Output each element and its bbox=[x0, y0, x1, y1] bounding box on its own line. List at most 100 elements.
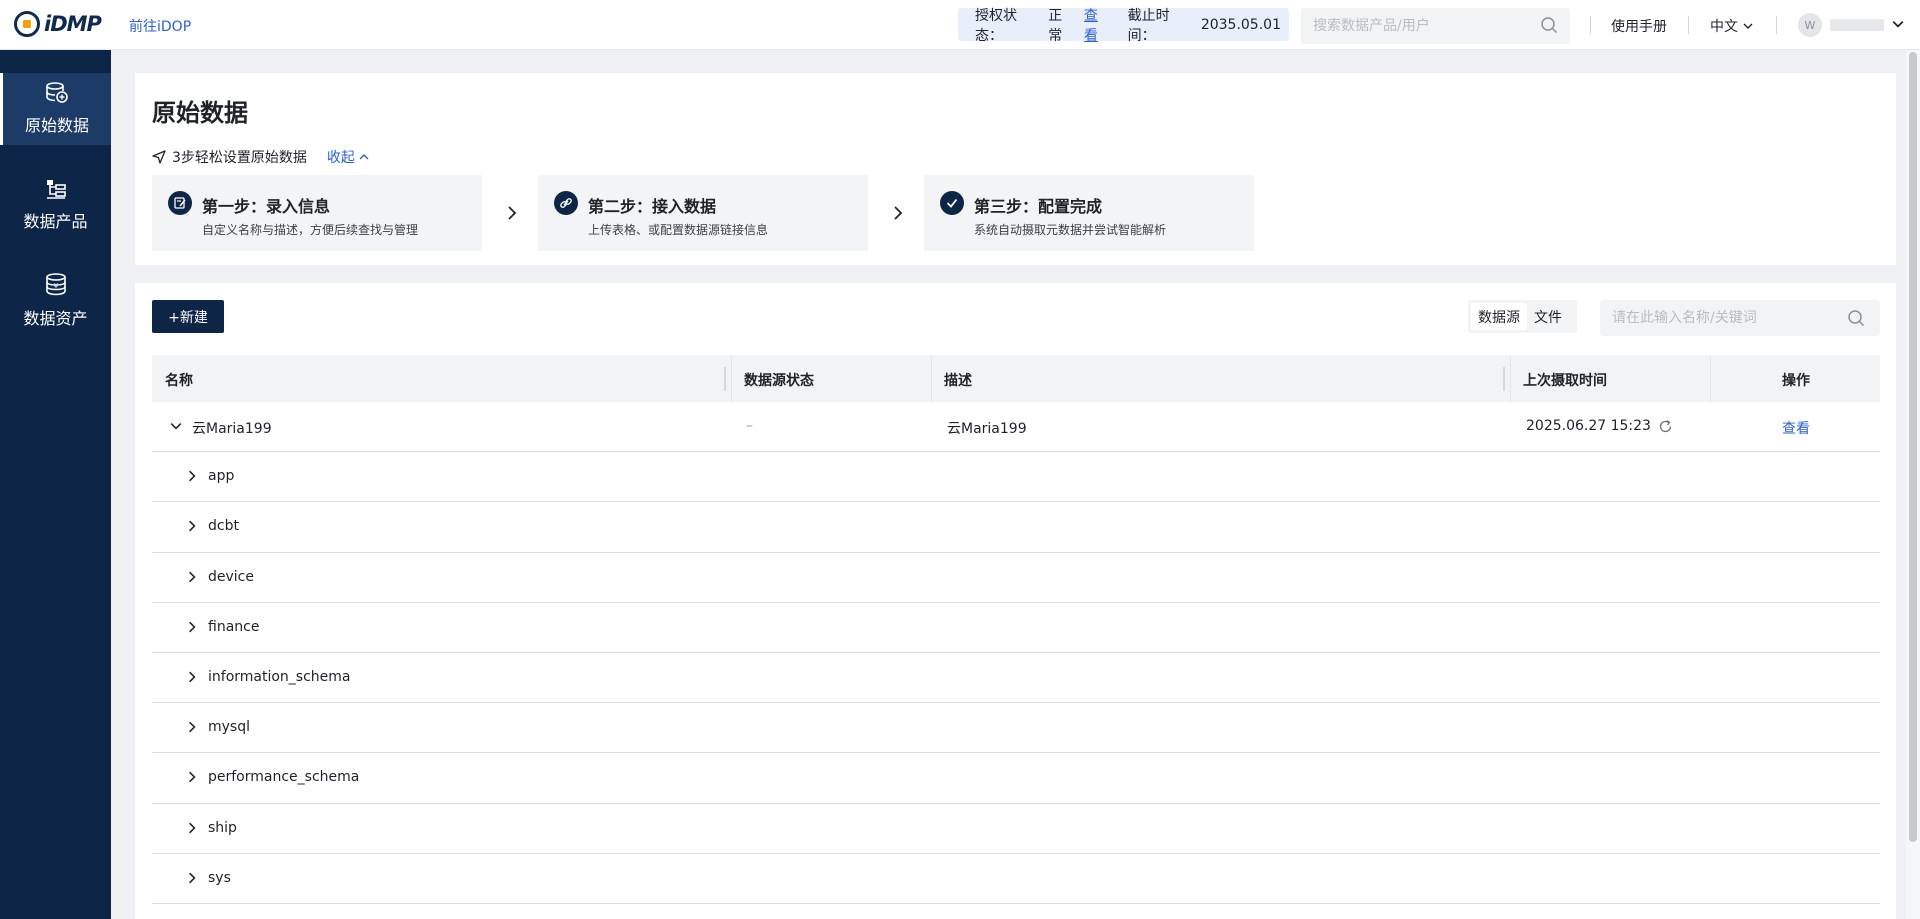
chevron-right-icon bbox=[894, 206, 903, 220]
step-desc: 上传表格、或配置数据源链接信息 bbox=[588, 223, 769, 237]
sidebar-item-raw-data[interactable]: 原始数据 bbox=[0, 73, 111, 145]
table-row[interactable]: performance_schema bbox=[152, 753, 1880, 804]
step-card-3: 第三步：配置完成 系统自动摄取元数据并尝试智能解析 bbox=[924, 175, 1254, 251]
collapse-label: 收起 bbox=[326, 150, 355, 166]
header-divider bbox=[1590, 16, 1591, 34]
column-divider bbox=[731, 355, 732, 402]
list-search-input[interactable] bbox=[1600, 300, 1880, 336]
chevron-right-icon[interactable] bbox=[186, 822, 198, 834]
table-row[interactable]: finance bbox=[152, 603, 1880, 653]
column-divider bbox=[931, 355, 932, 402]
table-row[interactable]: dcbt bbox=[152, 502, 1880, 553]
header-divider bbox=[1776, 16, 1777, 34]
sidebar-item-label: 原始数据 bbox=[24, 116, 89, 135]
table-row[interactable]: mysql bbox=[152, 703, 1880, 754]
row-name: dcbt bbox=[208, 518, 239, 535]
chevron-right-icon[interactable] bbox=[186, 671, 198, 683]
page-title: 原始数据 bbox=[152, 99, 248, 127]
row-name: sys bbox=[208, 869, 231, 886]
sidebar-item-label: 数据产品 bbox=[23, 212, 88, 231]
coin-stack-icon: ¥ bbox=[45, 273, 66, 296]
step-desc: 系统自动摄取元数据并尝试智能解析 bbox=[974, 223, 1167, 237]
row-name: app bbox=[208, 468, 235, 485]
setup-steps-card: 原始数据 3步轻松设置原始数据 收起 第一步：录入信息 自定义名称与描述，方便后… bbox=[135, 73, 1896, 265]
row-view-link[interactable]: 查看 bbox=[1782, 418, 1810, 438]
search-icon[interactable] bbox=[1540, 16, 1558, 34]
column-header-status: 数据源状态 bbox=[744, 373, 814, 389]
database-icon bbox=[46, 82, 68, 103]
step-title: 第三步：配置完成 bbox=[974, 197, 1103, 216]
expire-label: 截止时间： bbox=[1127, 7, 1170, 44]
steps-hint-text: 3步轻松设置原始数据 bbox=[172, 150, 307, 166]
chevron-right-icon[interactable] bbox=[186, 520, 198, 532]
table-row[interactable]: app bbox=[152, 452, 1880, 503]
avatar[interactable]: W bbox=[1798, 13, 1822, 37]
chevron-right-icon[interactable] bbox=[186, 872, 198, 884]
table-row[interactable]: sys bbox=[152, 854, 1880, 904]
column-header-name: 名称 bbox=[165, 373, 193, 389]
expire-date: 2035.05.01 bbox=[1200, 16, 1281, 33]
column-header-desc: 描述 bbox=[944, 373, 972, 389]
table-row[interactable]: 云Maria199 – 云Maria199 2025.06.27 15:23 查… bbox=[152, 402, 1880, 453]
language-selector[interactable]: 中文 bbox=[1710, 16, 1753, 36]
step-card-2: 第二步：接入数据 上传表格、或配置数据源链接信息 bbox=[538, 175, 868, 251]
chevron-right-icon[interactable] bbox=[186, 771, 198, 783]
chevron-up-icon bbox=[359, 154, 369, 160]
page-scrollbar-thumb[interactable] bbox=[1909, 52, 1917, 842]
new-button[interactable]: +新建 bbox=[152, 300, 224, 333]
top-header: iDMP 前往iDOP 授权状态： 正常 查看 截止时间： 2035.05.01… bbox=[0, 0, 1920, 50]
table-row[interactable]: ship bbox=[152, 804, 1880, 854]
row-name: mysql bbox=[208, 719, 250, 736]
license-view-link[interactable]: 查看 bbox=[1084, 5, 1112, 45]
collapse-toggle[interactable]: 收起 bbox=[327, 147, 369, 167]
row-name: ship bbox=[208, 819, 237, 836]
logo-mark-icon bbox=[14, 11, 40, 37]
license-status-bar: 授权状态： 正常 查看 截止时间： 2035.05.01 bbox=[958, 8, 1289, 44]
row-name: finance bbox=[208, 618, 260, 635]
column-resize-handle[interactable] bbox=[724, 367, 726, 391]
sidebar: 原始数据 数据产品 ¥ 数据资产 bbox=[0, 50, 111, 919]
send-icon bbox=[152, 150, 166, 164]
global-search-input[interactable] bbox=[1301, 8, 1570, 44]
username-redacted[interactable] bbox=[1830, 19, 1884, 31]
logo[interactable]: iDMP bbox=[14, 11, 102, 37]
step-card-1: 第一步：录入信息 自定义名称与描述，方便后续查找与管理 bbox=[152, 175, 482, 251]
hierarchy-icon bbox=[46, 180, 66, 199]
license-status: 正常 bbox=[1048, 7, 1063, 44]
chevron-down-icon bbox=[1743, 23, 1753, 29]
table-row[interactable]: device bbox=[152, 553, 1880, 603]
column-resize-handle[interactable] bbox=[1503, 367, 1505, 391]
refresh-icon[interactable] bbox=[1658, 419, 1673, 434]
row-last-ingest: 2025.06.27 15:23 bbox=[1526, 418, 1651, 434]
chevron-right-icon[interactable] bbox=[186, 571, 198, 583]
table-header: 名称 数据源状态 描述 上次摄取时间 操作 bbox=[152, 355, 1880, 402]
row-name: information_schema bbox=[208, 668, 351, 685]
search-icon[interactable] bbox=[1847, 309, 1865, 327]
link-icon bbox=[554, 191, 578, 215]
logo-text: iDMP bbox=[44, 12, 102, 36]
chevron-right-icon[interactable] bbox=[186, 621, 198, 633]
chevron-right-icon bbox=[508, 206, 517, 220]
chevron-down-icon[interactable] bbox=[1892, 18, 1904, 30]
chevron-right-icon[interactable] bbox=[186, 470, 198, 482]
column-header-last-ingest: 上次摄取时间 bbox=[1523, 373, 1607, 389]
data-source-table: 名称 数据源状态 描述 上次摄取时间 操作 云Maria199 – 云Maria… bbox=[152, 355, 1880, 904]
column-divider bbox=[1710, 355, 1711, 402]
source-type-toggle: 数据源 文件 bbox=[1468, 300, 1577, 333]
row-status: – bbox=[746, 418, 753, 434]
table-row[interactable]: information_schema bbox=[152, 653, 1880, 704]
column-header-action: 操作 bbox=[1782, 373, 1810, 389]
row-desc: 云Maria199 bbox=[947, 421, 1027, 437]
chevron-right-icon[interactable] bbox=[186, 721, 198, 733]
svg-text:¥: ¥ bbox=[53, 282, 58, 290]
check-icon bbox=[940, 191, 964, 215]
user-manual-link[interactable]: 使用手册 bbox=[1611, 16, 1667, 36]
toggle-file[interactable]: 文件 bbox=[1527, 303, 1569, 330]
sidebar-item-data-products[interactable]: 数据产品 bbox=[0, 169, 111, 241]
header-divider bbox=[1688, 16, 1689, 34]
chevron-down-icon[interactable] bbox=[170, 420, 182, 432]
sidebar-item-data-assets[interactable]: ¥ 数据资产 bbox=[0, 265, 111, 337]
language-label: 中文 bbox=[1710, 19, 1738, 35]
toggle-datasource[interactable]: 数据源 bbox=[1471, 303, 1527, 330]
goto-idop-link[interactable]: 前往iDOP bbox=[129, 16, 191, 36]
